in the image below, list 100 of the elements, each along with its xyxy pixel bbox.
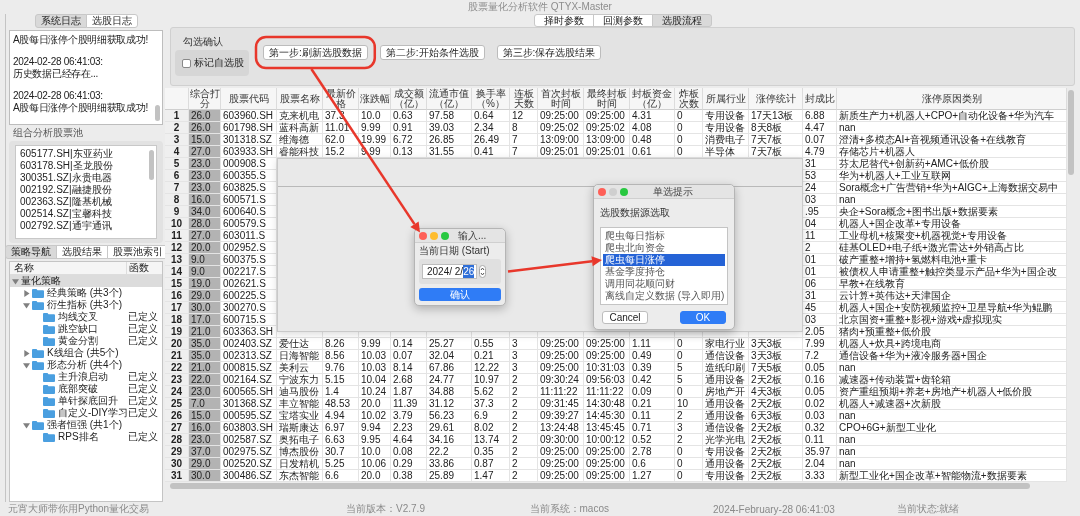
option-item[interactable]: 爬虫北向资金 bbox=[603, 242, 725, 254]
option-item[interactable]: 爬虫每日涨停 bbox=[603, 254, 725, 266]
stock-item[interactable]: 300351.SZ|永贵电器 bbox=[20, 172, 146, 184]
table-cell: nan bbox=[837, 410, 1067, 422]
tree-item[interactable]: 黄金分割 已定义 bbox=[10, 335, 162, 347]
table-cell: 破产重整+增持+氢燃料电池+重卡 bbox=[837, 254, 1067, 266]
table-cell: 8.26 bbox=[323, 338, 359, 350]
tree-item[interactable]: 跳空缺口 已定义 bbox=[10, 323, 162, 335]
table-cell: 30.7 bbox=[323, 446, 359, 458]
disclosure-triangle-icon[interactable] bbox=[23, 349, 30, 357]
column-header[interactable]: 封板资金（亿） bbox=[630, 88, 675, 110]
table-cell: 4.08 bbox=[630, 122, 675, 134]
tree-item[interactable]: K线组合 (共5个) bbox=[10, 347, 162, 359]
column-header[interactable]: 流通市值（亿） bbox=[427, 88, 472, 110]
close-button[interactable] bbox=[598, 187, 606, 196]
column-header[interactable]: 股票名称 bbox=[277, 88, 323, 110]
tree-item[interactable]: 单针探底回升 已定义 bbox=[10, 395, 162, 407]
tab[interactable]: 择时参数 bbox=[534, 14, 594, 27]
checkbox[interactable] bbox=[182, 58, 191, 68]
tree-item[interactable]: RPS排名 已定义 bbox=[10, 431, 162, 443]
tree-item[interactable]: 经典策略 (共3个) bbox=[10, 287, 162, 299]
tree-item[interactable]: 衍生指标 (共3个) bbox=[10, 299, 162, 311]
function-label: 已定义 bbox=[128, 311, 159, 323]
column-header[interactable]: 连板天数 bbox=[510, 88, 538, 110]
stock-item[interactable]: 002192.SZ|融捷股份 bbox=[20, 184, 146, 196]
tree-item[interactable]: 主升浪启动 已定义 bbox=[10, 371, 162, 383]
close-button[interactable] bbox=[419, 231, 427, 240]
cancel-button[interactable]: Cancel bbox=[602, 311, 648, 324]
disclosure-triangle-icon[interactable] bbox=[23, 421, 30, 429]
column-header[interactable]: 成交额（亿） bbox=[391, 88, 427, 110]
table-cell: 16.0 bbox=[189, 422, 221, 434]
tree-item[interactable]: 均线交叉 已定义 bbox=[10, 311, 162, 323]
tree-item[interactable]: 强者恒强 (共1个) bbox=[10, 419, 162, 431]
date-segment[interactable]: 26 bbox=[463, 265, 475, 278]
step-button[interactable]: 第三步:保存选股结果 bbox=[496, 45, 602, 60]
column-header[interactable]: 最终封板时间 bbox=[584, 88, 630, 110]
stock-item[interactable]: 002514.SZ|宝馨科技 bbox=[20, 208, 146, 220]
tab[interactable]: 策略导航 bbox=[4, 245, 57, 259]
table-cell: 28.0 bbox=[189, 218, 221, 230]
column-header[interactable]: 涨停原因类别 bbox=[837, 88, 1067, 110]
stock-item[interactable]: 002363.SZ|隆基机械 bbox=[20, 196, 146, 208]
table-cell: 97.58 bbox=[427, 110, 472, 122]
table-cell: 34.0 bbox=[189, 206, 221, 218]
option-item[interactable]: 调用同花顺问财 bbox=[603, 278, 725, 290]
column-header[interactable]: 封成比 bbox=[803, 88, 837, 110]
column-header[interactable]: 炸板次数 bbox=[675, 88, 703, 110]
column-header[interactable]: 换手率（%） bbox=[472, 88, 510, 110]
table-cell: 央企+Sora概念+图书出版+数据要素 bbox=[837, 206, 1067, 218]
tab[interactable]: 系统日志 bbox=[35, 14, 87, 28]
table-cell: 23.0 bbox=[189, 434, 221, 446]
table-cell: 10.03 bbox=[359, 362, 391, 374]
stepper-icon[interactable] bbox=[479, 265, 487, 278]
confirm-button[interactable]: 确认 bbox=[419, 288, 501, 301]
option-item[interactable]: 基金季度持仓 bbox=[603, 266, 725, 278]
table-cell: 17天13板 bbox=[749, 110, 803, 122]
column-header[interactable]: 综合打分 bbox=[189, 88, 221, 110]
table-cell: 603933.SH bbox=[221, 146, 277, 158]
column-header[interactable]: 股票代码 bbox=[221, 88, 277, 110]
zoom-button[interactable] bbox=[441, 231, 449, 240]
table-cell: 301318.SZ bbox=[221, 134, 277, 146]
column-header[interactable]: 涨跌幅 bbox=[359, 88, 391, 110]
column-header[interactable]: 涨停统计 bbox=[749, 88, 803, 110]
option-item[interactable]: 爬虫每日指标 bbox=[603, 230, 725, 242]
tab[interactable]: 选股流程 bbox=[652, 14, 712, 27]
table-cell: 硅基OLED+电子纸+激光雷达+外销高占比 bbox=[837, 242, 1067, 254]
step-button[interactable]: 第二步:开始条件选股 bbox=[379, 45, 485, 60]
table-cell: 26.0 bbox=[189, 110, 221, 122]
ok-button[interactable]: OK bbox=[680, 311, 726, 324]
tab[interactable]: 选股结果 bbox=[55, 245, 108, 259]
table-cell: 2 bbox=[510, 434, 538, 446]
disclosure-triangle-icon[interactable] bbox=[23, 301, 30, 309]
tree-item[interactable]: 自定义-DIY学习已定义 bbox=[10, 407, 162, 419]
stock-item[interactable]: 603178.SH|圣龙股份 bbox=[20, 160, 146, 172]
table-cell: 0.87 bbox=[472, 458, 510, 470]
option-item[interactable]: 离线自定义数据 (导入即用) bbox=[603, 290, 725, 302]
minimize-button[interactable] bbox=[430, 231, 438, 240]
table-cell: 09:25:00 bbox=[538, 338, 584, 350]
step-button[interactable]: 第一步:刷新选股数据 bbox=[263, 45, 368, 60]
tree-item[interactable]: 量化策略 bbox=[10, 275, 162, 287]
table-cell: 澄清+多模态AI+音视频通讯设备+在线教育 bbox=[837, 134, 1067, 146]
column-header[interactable]: 所属行业 bbox=[703, 88, 749, 110]
stock-item[interactable]: 002792.SZ|通宇通讯 bbox=[20, 220, 146, 232]
scrollbar-thumb[interactable] bbox=[1068, 90, 1074, 175]
scrollbar-thumb[interactable] bbox=[155, 105, 160, 121]
column-header[interactable]: 首次封板时间 bbox=[538, 88, 584, 110]
row-number: 12 bbox=[165, 242, 189, 254]
tree-item[interactable]: 形态分析 (共4个) bbox=[10, 359, 162, 371]
scrollbar-thumb[interactable] bbox=[170, 483, 1030, 489]
disclosure-triangle-icon[interactable] bbox=[12, 277, 19, 285]
tree-item[interactable]: 底部突破 已定义 bbox=[10, 383, 162, 395]
scrollbar-thumb[interactable] bbox=[149, 150, 154, 180]
stock-item[interactable]: 605177.SH|东亚药业 bbox=[20, 148, 146, 160]
table-cell: 0 bbox=[675, 470, 703, 482]
table-cell: 1.47 bbox=[472, 470, 510, 482]
tab[interactable]: 回测参数 bbox=[593, 14, 653, 27]
disclosure-triangle-icon[interactable] bbox=[23, 289, 30, 297]
table-cell: 0 bbox=[675, 458, 703, 470]
tab[interactable]: 选股日志 bbox=[86, 14, 138, 28]
disclosure-triangle-icon[interactable] bbox=[23, 361, 30, 369]
zoom-button[interactable] bbox=[620, 187, 628, 196]
